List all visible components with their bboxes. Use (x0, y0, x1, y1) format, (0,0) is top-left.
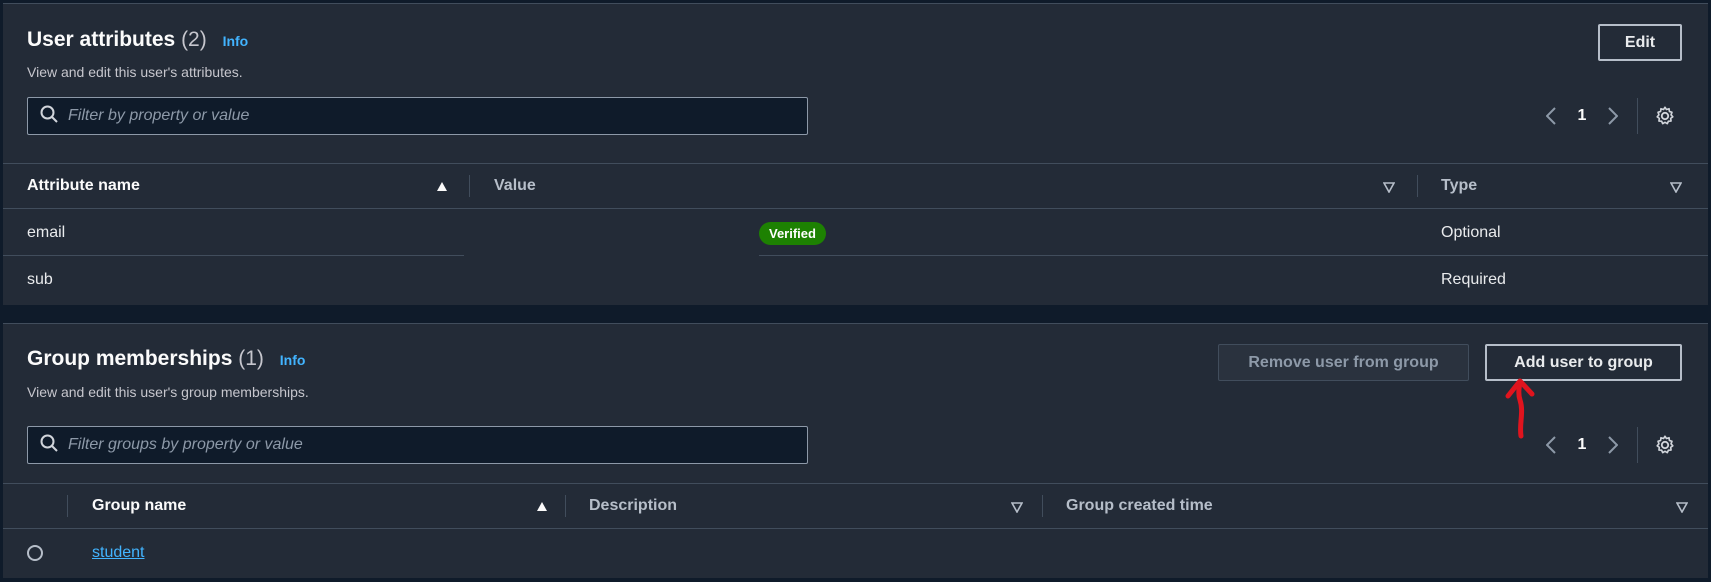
attribute-type-cell: Required (1441, 271, 1506, 288)
sort-ascending-icon[interactable] (536, 500, 548, 512)
sort-descending-icon[interactable] (1669, 180, 1683, 194)
verified-badge-cell: Verified (759, 210, 826, 256)
column-description[interactable]: Description (589, 484, 677, 528)
group-name-cell: student (92, 530, 144, 576)
chevron-right-icon[interactable] (1597, 426, 1629, 464)
column-separator (67, 495, 68, 517)
gear-icon[interactable] (1652, 432, 1678, 458)
user-attributes-count: (2) (181, 28, 207, 51)
user-attributes-description: View and edit this user's attributes. (27, 64, 243, 80)
chevron-left-icon[interactable] (1535, 97, 1567, 135)
chevron-right-icon[interactable] (1597, 97, 1629, 135)
row-divider (759, 255, 1708, 256)
row-select-radio[interactable] (27, 545, 43, 561)
chevron-left-icon[interactable] (1535, 426, 1567, 464)
attribute-name-cell: sub (27, 271, 53, 288)
attributes-filter-input[interactable] (68, 98, 807, 134)
pagination-divider (1637, 427, 1638, 463)
search-icon (40, 434, 58, 457)
user-attributes-info-link[interactable]: Info (223, 33, 249, 49)
attributes-filter[interactable] (27, 97, 808, 135)
column-separator (565, 495, 566, 517)
group-memberships-count: (1) (238, 347, 264, 370)
attributes-page-number[interactable]: 1 (1567, 107, 1597, 125)
table-row: email Verified Optional (3, 210, 1708, 256)
groups-filter[interactable] (27, 426, 808, 464)
column-attribute-name[interactable]: Attribute name (27, 164, 140, 208)
user-attributes-panel: User attributes (2) Info View and edit t… (3, 3, 1708, 305)
remove-user-from-group-button[interactable]: Remove user from group (1218, 344, 1469, 381)
user-attributes-title: User attributes (2) Info (27, 28, 249, 51)
gear-icon[interactable] (1652, 103, 1678, 129)
sort-ascending-icon[interactable] (436, 180, 448, 192)
group-name-link[interactable]: student (92, 544, 144, 562)
group-memberships-description: View and edit this user's group membersh… (27, 384, 309, 400)
group-memberships-info-link[interactable]: Info (280, 352, 306, 368)
table-row: sub Required (3, 257, 1708, 303)
group-memberships-panel: Group memberships (1) Info View and edit… (3, 323, 1708, 578)
attributes-table-header: Attribute name Value Type (3, 163, 1708, 209)
table-row: student (3, 530, 1708, 576)
row-select-cell (27, 530, 43, 576)
sort-descending-icon[interactable] (1675, 500, 1689, 514)
column-type[interactable]: Type (1441, 164, 1477, 208)
groups-table-header: Group name Description Group created tim… (3, 483, 1708, 529)
groups-pagination: 1 (1535, 426, 1678, 464)
sort-descending-icon[interactable] (1010, 500, 1024, 514)
column-value[interactable]: Value (494, 164, 536, 208)
edit-button[interactable]: Edit (1598, 24, 1682, 61)
column-group-name[interactable]: Group name (92, 484, 186, 528)
attribute-name-cell: email (27, 224, 66, 241)
attributes-pagination: 1 (1535, 97, 1678, 135)
groups-page-number[interactable]: 1 (1567, 436, 1597, 454)
pagination-divider (1637, 98, 1638, 134)
column-separator (469, 175, 470, 197)
column-group-created-time[interactable]: Group created time (1066, 484, 1213, 528)
annotation-arrow-icon (1502, 376, 1538, 445)
row-divider (3, 255, 464, 256)
group-memberships-title: Group memberships (1) Info (27, 347, 306, 370)
sort-descending-icon[interactable] (1382, 180, 1396, 194)
column-separator (1417, 175, 1418, 197)
search-icon (40, 105, 58, 128)
groups-filter-input[interactable] (68, 427, 807, 463)
column-separator (1042, 495, 1043, 517)
verified-badge: Verified (759, 221, 826, 245)
attribute-type-cell: Optional (1441, 224, 1501, 241)
